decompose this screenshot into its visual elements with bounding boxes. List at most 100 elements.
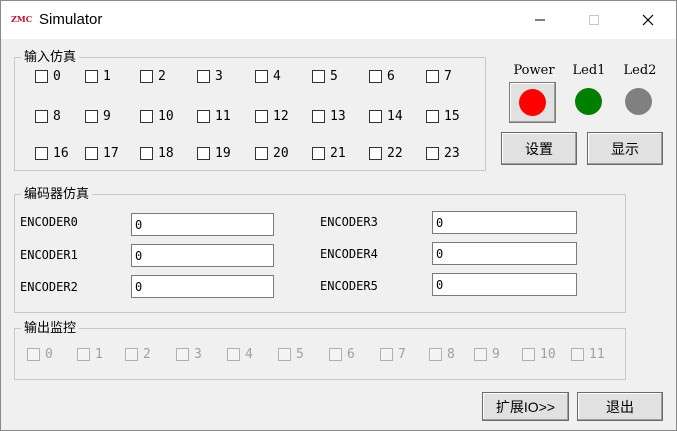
checkbox-box[interactable] <box>255 146 268 160</box>
checkbox-box <box>380 347 393 361</box>
checkbox-label: 2 <box>158 68 166 84</box>
checkbox-label: 4 <box>245 346 253 362</box>
checkbox-box[interactable] <box>197 69 210 83</box>
checkbox-box <box>278 347 291 361</box>
input-checkbox-0[interactable]: 0 <box>35 68 61 84</box>
exit-button[interactable]: 退出 <box>577 392 663 421</box>
output-checkbox-10: 10 <box>522 346 556 362</box>
input-checkbox-12[interactable]: 12 <box>255 108 289 124</box>
maximize-button[interactable] <box>571 1 617 39</box>
input-checkbox-18[interactable]: 18 <box>140 145 174 161</box>
checkbox-box[interactable] <box>312 69 325 83</box>
checkbox-label: 4 <box>273 68 281 84</box>
checkbox-label: 7 <box>398 346 406 362</box>
checkbox-box[interactable] <box>140 146 153 160</box>
encoder2-input[interactable] <box>131 275 274 298</box>
checkbox-box[interactable] <box>255 109 268 123</box>
input-checkbox-20[interactable]: 20 <box>255 145 289 161</box>
input-checkbox-23[interactable]: 23 <box>426 145 460 161</box>
encoder0-input[interactable] <box>131 213 274 236</box>
input-checkbox-8[interactable]: 8 <box>35 108 61 124</box>
power-label: Power <box>513 63 555 78</box>
checkbox-box[interactable] <box>140 69 153 83</box>
encoder5-label: ENCODER5 <box>320 279 378 293</box>
checkbox-box[interactable] <box>197 109 210 123</box>
input-checkbox-11[interactable]: 11 <box>197 108 231 124</box>
checkbox-box[interactable] <box>369 109 382 123</box>
input-checkbox-14[interactable]: 14 <box>369 108 403 124</box>
checkbox-box <box>27 347 40 361</box>
input-checkbox-17[interactable]: 17 <box>85 145 119 161</box>
input-checkbox-4[interactable]: 4 <box>255 68 281 84</box>
checkbox-box[interactable] <box>426 146 439 160</box>
checkbox-label: 19 <box>215 145 231 161</box>
checkbox-box <box>474 347 487 361</box>
checkbox-label: 9 <box>492 346 500 362</box>
checkbox-label: 8 <box>53 108 61 124</box>
encoder3-input[interactable] <box>432 211 577 234</box>
input-checkbox-1[interactable]: 1 <box>85 68 111 84</box>
led1-indicator <box>575 88 602 115</box>
encoder4-label: ENCODER4 <box>320 247 378 261</box>
output-checkbox-1: 1 <box>77 346 103 362</box>
title-bar[interactable]: ZMC Simulator <box>1 1 676 39</box>
output-monitor-group: 输出监控 0 1 2 3 4 5 6 7 8 9 10 11 <box>14 320 626 380</box>
checkbox-box[interactable] <box>312 146 325 160</box>
checkbox-box[interactable] <box>312 109 325 123</box>
checkbox-label: 18 <box>158 145 174 161</box>
checkbox-box <box>329 347 342 361</box>
input-sim-title: 输入仿真 <box>21 49 80 65</box>
checkbox-label: 5 <box>330 68 338 84</box>
close-button[interactable] <box>625 1 671 39</box>
checkbox-box <box>227 347 240 361</box>
checkbox-box[interactable] <box>426 109 439 123</box>
checkbox-box[interactable] <box>369 69 382 83</box>
checkbox-box[interactable] <box>85 109 98 123</box>
encoder3-label: ENCODER3 <box>320 215 378 229</box>
checkbox-box[interactable] <box>35 146 48 160</box>
checkbox-label: 1 <box>103 68 111 84</box>
input-checkbox-22[interactable]: 22 <box>369 145 403 161</box>
output-checkbox-3: 3 <box>176 346 202 362</box>
checkbox-box <box>571 347 584 361</box>
checkbox-label: 0 <box>45 346 53 362</box>
encoder4-input[interactable] <box>432 242 577 265</box>
checkbox-label: 2 <box>143 346 151 362</box>
checkbox-box <box>429 347 442 361</box>
input-checkbox-19[interactable]: 19 <box>197 145 231 161</box>
checkbox-box[interactable] <box>369 146 382 160</box>
checkbox-label: 8 <box>447 346 455 362</box>
encoder5-input[interactable] <box>432 273 577 296</box>
checkbox-box[interactable] <box>85 69 98 83</box>
checkbox-box[interactable] <box>426 69 439 83</box>
encoder0-label: ENCODER0 <box>20 215 78 229</box>
input-checkbox-16[interactable]: 16 <box>35 145 69 161</box>
simulator-window: ZMC Simulator 输入仿真 0 1 2 3 4 5 6 7 8 9 10 11 12 13 14 1… <box>0 0 677 431</box>
checkbox-box[interactable] <box>197 146 210 160</box>
encoder2-label: ENCODER2 <box>20 280 78 294</box>
input-checkbox-9[interactable]: 9 <box>85 108 111 124</box>
checkbox-box <box>522 347 535 361</box>
minimize-button[interactable] <box>517 1 563 39</box>
input-checkbox-7[interactable]: 7 <box>426 68 452 84</box>
checkbox-box[interactable] <box>35 69 48 83</box>
expand-io-button[interactable]: 扩展IO>> <box>482 392 569 421</box>
input-checkbox-6[interactable]: 6 <box>369 68 395 84</box>
input-checkbox-13[interactable]: 13 <box>312 108 346 124</box>
encoder1-input[interactable] <box>131 244 274 267</box>
close-icon <box>642 14 654 26</box>
input-checkbox-3[interactable]: 3 <box>197 68 223 84</box>
checkbox-box[interactable] <box>255 69 268 83</box>
checkbox-box[interactable] <box>85 146 98 160</box>
display-button[interactable]: 显示 <box>587 132 663 165</box>
settings-button[interactable]: 设置 <box>501 132 577 165</box>
checkbox-box[interactable] <box>35 109 48 123</box>
power-button[interactable] <box>509 82 556 123</box>
input-checkbox-5[interactable]: 5 <box>312 68 338 84</box>
input-checkbox-2[interactable]: 2 <box>140 68 166 84</box>
checkbox-box[interactable] <box>140 109 153 123</box>
checkbox-label: 16 <box>53 145 69 161</box>
input-checkbox-10[interactable]: 10 <box>140 108 174 124</box>
input-checkbox-15[interactable]: 15 <box>426 108 460 124</box>
input-checkbox-21[interactable]: 21 <box>312 145 346 161</box>
